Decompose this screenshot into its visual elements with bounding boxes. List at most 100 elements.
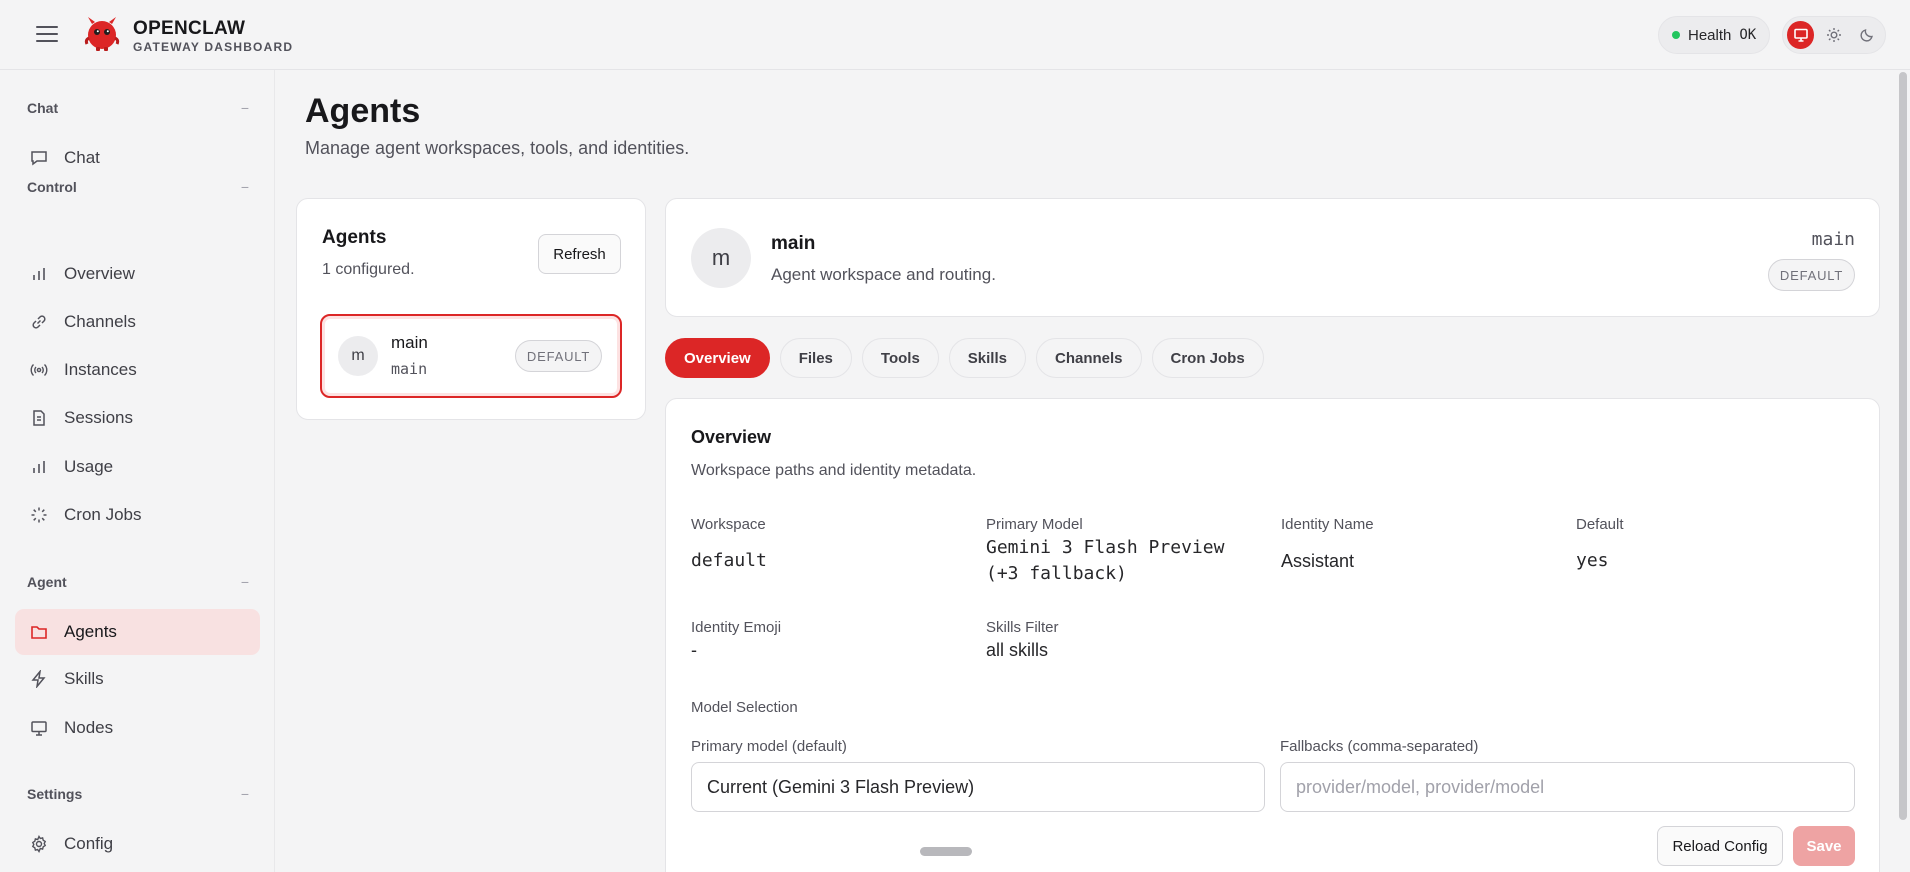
theme-system-button[interactable] [1787,21,1815,49]
collapse-icon[interactable]: − [241,786,249,802]
workspace-label: Workspace [691,516,766,533]
health-pill: Health OK [1658,16,1770,54]
model-selection-label: Model Selection [691,699,798,716]
agents-list-card: Agents 1 configured. Refresh m main main… [296,198,646,420]
sidebar-item-overview[interactable]: Overview [15,251,260,297]
agent-id: main [1811,229,1855,250]
overview-subtitle: Workspace paths and identity metadata. [691,462,977,479]
resize-handle[interactable] [920,847,972,856]
sidebar: Chat − Chat Control − Overview Channels … [0,70,275,872]
health-value: OK [1739,27,1757,43]
theme-light-button[interactable] [1820,21,1847,49]
sidebar-item-label: Skills [64,669,104,688]
collapse-icon[interactable]: − [241,179,249,195]
sidebar-item-config[interactable]: Config [15,821,260,867]
identity-name-value: Assistant [1281,551,1355,571]
sidebar-group-label: Agent [27,574,67,590]
save-button[interactable]: Save [1793,826,1855,866]
sidebar-group-agent[interactable]: Agent − [27,574,249,590]
tab-overview[interactable]: Overview [665,338,770,378]
theme-dark-button[interactable] [1854,21,1881,49]
identity-name-label: Identity Name [1281,516,1374,533]
sidebar-item-cron-jobs[interactable]: Cron Jobs [15,492,260,538]
bar-chart-icon [29,457,49,477]
default-label: Default [1576,516,1624,533]
sidebar-item-label: Chat [64,148,100,167]
sidebar-item-nodes[interactable]: Nodes [15,705,260,751]
agent-list-item-main[interactable]: m main main DEFAULT [320,314,622,398]
overview-title: Overview [691,427,772,447]
document-icon [29,408,49,428]
agent-id: main [391,360,428,378]
gear-icon [29,834,49,854]
sidebar-item-label: Sessions [64,408,133,427]
sidebar-item-label: Channels [64,312,136,331]
loader-icon [29,505,49,525]
sidebar-item-label: Agents [64,622,117,641]
hamburger-menu-icon[interactable] [36,24,58,44]
sidebar-group-control[interactable]: Control − [27,179,249,195]
tab-files[interactable]: Files [779,338,852,378]
sidebar-item-label: Config [64,834,114,853]
sidebar-group-label: Settings [27,786,83,802]
primary-model-input-label: Primary model (default) [691,738,847,755]
sidebar-item-channels[interactable]: Channels [15,299,260,345]
monitor-icon [1793,28,1808,42]
refresh-button[interactable]: Refresh [538,234,621,274]
sidebar-item-label: Usage [64,457,114,476]
skills-filter-label: Skills Filter [986,619,1059,636]
collapse-icon[interactable]: − [241,100,249,116]
collapse-icon[interactable]: − [241,574,249,590]
identity-emoji-value: - [691,640,697,660]
brand-subtitle: GATEWAY DASHBOARD [133,40,294,54]
sun-icon [1826,28,1841,42]
agent-tabs: Overview Files Tools Skills Channels Cro… [665,338,1264,378]
sidebar-item-agents[interactable]: Agents [15,609,260,655]
agent-name: main [391,333,428,352]
agents-list-title: Agents [322,227,387,248]
sidebar-item-instances[interactable]: Instances [15,347,260,393]
tab-cron-jobs[interactable]: Cron Jobs [1151,338,1264,378]
primary-model-label: Primary Model [986,516,1083,533]
reload-config-button[interactable]: Reload Config [1657,826,1783,866]
sidebar-group-settings[interactable]: Settings − [27,786,249,802]
health-status-dot [1672,31,1680,39]
tab-skills[interactable]: Skills [948,338,1026,378]
bar-chart-icon [29,264,49,284]
avatar: m [338,336,378,376]
agents-count: 1 configured. [322,261,415,278]
openclaw-logo [84,17,120,51]
default-value: yes [1576,550,1609,571]
sidebar-group-label: Control [27,179,77,195]
sidebar-item-skills[interactable]: Skills [15,656,260,702]
theme-switcher [1782,16,1886,54]
page-title: Agents [305,92,421,130]
page-subtitle: Manage agent workspaces, tools, and iden… [305,138,690,158]
sidebar-item-usage[interactable]: Usage [15,444,260,490]
moon-icon [1860,29,1874,42]
sidebar-item-label: Nodes [64,718,114,737]
scrollbar-thumb[interactable] [1899,72,1907,820]
sidebar-item-chat[interactable]: Chat [15,135,260,181]
chat-bubble-icon [29,148,49,168]
default-badge: DEFAULT [1768,259,1855,291]
sidebar-item-label: Overview [64,264,135,283]
sidebar-item-label: Instances [64,360,137,379]
agent-description: Agent workspace and routing. [771,265,996,284]
tab-tools[interactable]: Tools [861,338,939,378]
agent-header-card: m main Agent workspace and routing. main… [665,198,1880,317]
tab-channels[interactable]: Channels [1036,338,1142,378]
health-label: Health [1688,26,1732,44]
identity-emoji-label: Identity Emoji [691,619,782,636]
sidebar-item-sessions[interactable]: Sessions [15,395,260,441]
folder-icon [29,622,49,642]
primary-model-select[interactable] [691,762,1265,812]
main-content: Agents Manage agent workspaces, tools, a… [276,70,1910,872]
sidebar-group-chat[interactable]: Chat − [27,100,249,116]
radio-signal-icon [29,360,49,380]
fallbacks-input[interactable] [1280,762,1855,812]
sidebar-group-label: Chat [27,100,59,116]
workspace-value: default [691,550,767,571]
default-badge: DEFAULT [515,340,602,372]
monitor-icon [29,718,49,738]
